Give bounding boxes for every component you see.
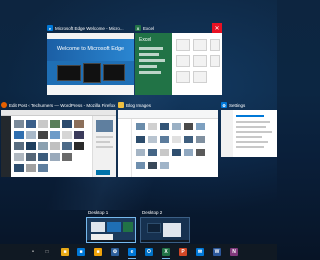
desktop-2-thumbnail[interactable] xyxy=(140,217,190,243)
store-icon[interactable]: ■ xyxy=(77,248,85,256)
window-title-bar: Edit Post ‹ Techurners — WordPress - Moz… xyxy=(1,100,116,110)
task-view-icon[interactable]: □ xyxy=(43,248,51,256)
edge-welcome-text: Welcome to Microsoft Edge xyxy=(56,46,125,52)
excel-window-preview: Excel xyxy=(135,33,222,95)
gear-icon: ⚙ xyxy=(221,102,227,108)
firefox-icon xyxy=(1,102,7,108)
monitor-image xyxy=(103,64,125,81)
settings-app-icon[interactable]: ⚙ xyxy=(111,248,119,256)
desktop-2-label: Desktop 2 xyxy=(142,210,163,215)
window-title-bar: ⚙ Settings xyxy=(221,100,277,110)
settings-window-preview xyxy=(221,110,277,157)
explorer-ribbon xyxy=(118,110,218,119)
firefox-window-preview xyxy=(1,110,116,177)
window-title-bar: e Microsoft Edge Welcome - Micro... xyxy=(47,23,134,33)
mail-icon[interactable]: ✉ xyxy=(196,248,204,256)
window-thumb-firefox[interactable]: Edit Post ‹ Techurners — WordPress - Moz… xyxy=(1,100,116,177)
edge-welcome-banner: Welcome to Microsoft Edge xyxy=(47,39,134,61)
desktop-1-label: Desktop 1 xyxy=(88,210,109,215)
edge-running-indicator xyxy=(128,258,136,259)
window-title: Edit Post ‹ Techurners — WordPress - Moz… xyxy=(9,102,116,108)
window-title-bar: X Excel xyxy=(135,23,222,33)
onenote-icon[interactable]: N xyxy=(230,248,238,256)
window-title: Excel xyxy=(143,25,155,31)
window-title-bar: Blog Images xyxy=(118,100,218,110)
wordpress-sidebar xyxy=(1,116,11,177)
edge-window-preview: Welcome to Microsoft Edge xyxy=(47,33,134,95)
powerpoint-icon[interactable]: P xyxy=(179,248,187,256)
explorer-window-preview xyxy=(118,110,218,177)
window-thumb-edge[interactable]: e Microsoft Edge Welcome - Micro... Welc… xyxy=(47,23,134,95)
laptop-image xyxy=(57,65,81,81)
window-title: Settings xyxy=(229,102,246,108)
close-window-button[interactable]: ✕ xyxy=(212,23,222,33)
excel-running-indicator xyxy=(162,258,170,259)
tablet-image xyxy=(83,63,101,83)
excel-heading: Excel xyxy=(139,37,152,43)
word-icon[interactable]: W xyxy=(213,248,221,256)
window-title: Microsoft Edge Welcome - Micro... xyxy=(55,25,124,31)
window-thumb-settings[interactable]: ⚙ Settings xyxy=(221,100,277,157)
window-title: Blog Images xyxy=(126,102,152,108)
folder-icon xyxy=(118,102,124,108)
excel-templates-pane xyxy=(171,33,222,95)
outlook-icon[interactable]: O xyxy=(145,248,153,256)
window-thumb-explorer[interactable]: Blog Images xyxy=(118,100,218,177)
cortana-mic-icon[interactable]: • xyxy=(29,248,37,256)
file-explorer-icon[interactable]: ■ xyxy=(61,248,69,256)
edge-icon[interactable]: e xyxy=(128,248,136,256)
explorer-navigation-pane xyxy=(118,119,132,177)
attachment-details-panel xyxy=(92,116,116,177)
excel-icon[interactable]: X xyxy=(162,248,170,256)
edge-icon: e xyxy=(47,25,53,31)
window-thumb-excel[interactable]: X Excel ✕ Excel xyxy=(135,23,222,95)
excel-backstage-pane: Excel xyxy=(135,33,172,95)
desktop-1-thumbnail[interactable] xyxy=(86,217,136,243)
sticky-app-icon[interactable]: ■ xyxy=(94,248,102,256)
settings-nav-pane xyxy=(221,110,233,157)
excel-icon: X xyxy=(135,25,141,31)
